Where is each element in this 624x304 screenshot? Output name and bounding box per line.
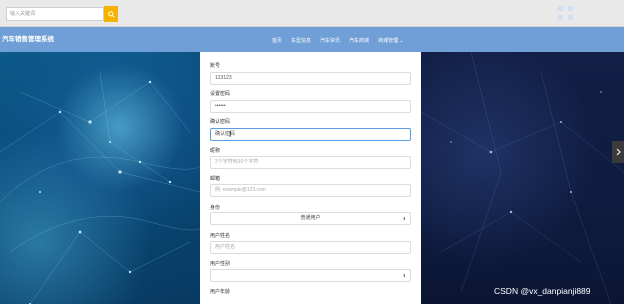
nav-item-mall-admin-label: 商城管理 [378,38,399,44]
nickname-label: 昵称 [210,148,221,154]
background-right [421,52,624,304]
nav-item-models[interactable]: 车型信息 [291,37,311,44]
chevron-down-icon: ⌄ [399,38,404,44]
grid-icon[interactable] [558,6,563,11]
top-right-icons[interactable] [558,6,576,22]
select-caret-icon: ⬍ [402,273,406,278]
nav-item-mall[interactable]: 汽车商城 [349,37,369,44]
text-cursor-icon: I [229,130,232,139]
chevron-right-icon [616,148,621,156]
nav-menu: 首页 车型信息 汽车资讯 汽车商城 商城管理 ⌄ [272,37,404,44]
password-label: 设置密码 [210,91,231,97]
confirm-password-input[interactable]: 确认密码 [210,128,411,141]
username-label: 用户姓名 [210,233,231,239]
watermark: CSDN @vx_danpianji889 [494,286,591,296]
password-input[interactable]: •••••• [210,100,411,113]
identity-select-value: 普通用户 [300,215,321,221]
network-pattern [0,71,200,304]
gender-select[interactable]: ⬍ [210,269,411,282]
network-pattern [421,52,624,304]
age-label: 用户年龄 [210,289,231,295]
username-input[interactable]: 用户姓名 [210,241,411,254]
account-input[interactable]: 123123 [210,72,411,85]
navbar: 汽车销售管理系统 首页 车型信息 汽车资讯 汽车商城 商城管理 ⌄ [0,27,624,52]
next-slide-button[interactable] [612,141,624,163]
identity-label: 身份 [210,205,221,211]
nav-item-home[interactable]: 首页 [272,37,282,44]
background-left [0,52,200,304]
grid-icon[interactable] [568,15,573,20]
nav-item-mall-admin[interactable]: 商城管理 ⌄ [378,37,404,44]
register-form: 账号 123123 设置密码 •••••• 确认密码 确认密码 昵称 2个字符到… [200,52,421,304]
search-icon [107,10,115,18]
grid-icon[interactable] [558,15,563,20]
account-label: 账号 [210,63,221,69]
confirm-password-label: 确认密码 [210,119,231,125]
gender-label: 用户性别 [210,261,231,267]
email-label: 邮箱 [210,176,221,182]
search-button[interactable] [104,6,118,22]
brand-title: 汽车销售管理系统 [2,36,54,43]
select-caret-icon: ⬍ [402,216,406,221]
nav-item-news[interactable]: 汽车资讯 [320,37,340,44]
identity-select[interactable]: 普通用户 ⬍ [210,212,411,225]
top-bar: 输入关键词 [0,0,624,27]
email-input[interactable]: 例: example@123.com [210,184,411,197]
nickname-input[interactable]: 2个字符到10个字符 [210,156,411,169]
search-input[interactable]: 输入关键词 [6,7,104,21]
grid-icon[interactable] [568,6,573,11]
